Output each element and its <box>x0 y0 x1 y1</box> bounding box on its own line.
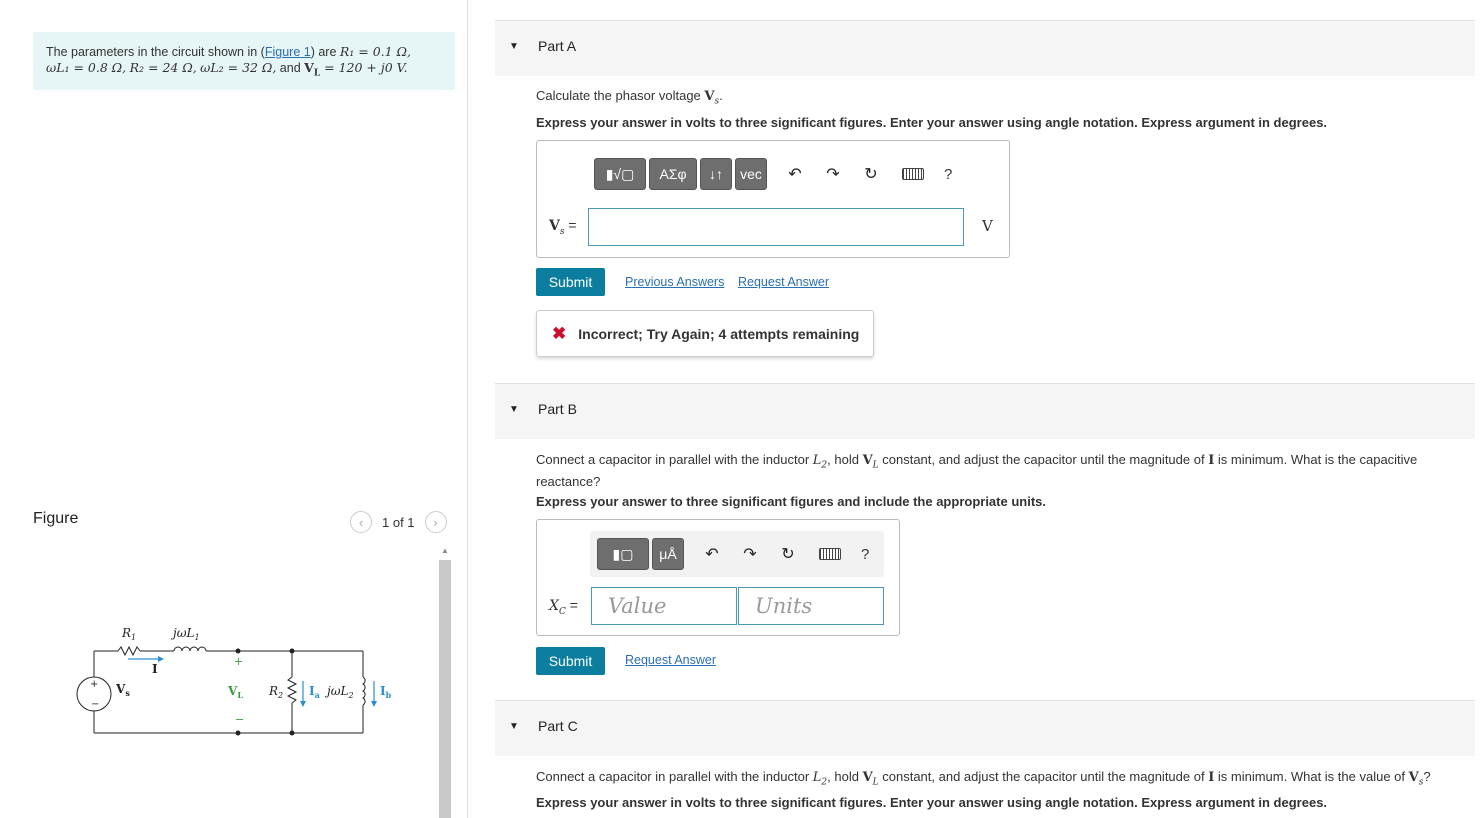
part-a-question: Calculate the phasor voltage Vs. <box>536 88 723 107</box>
r1-value: R₁ = 0.1 Ω, <box>339 44 411 59</box>
keyboard-icon[interactable] <box>902 168 924 180</box>
value-input[interactable]: Value <box>591 587 737 625</box>
part-a-instructions: Express your answer in volts to three si… <box>536 115 1328 130</box>
scroll-thumb[interactable] <box>439 560 451 818</box>
keyboard-icon[interactable] <box>819 548 841 560</box>
sort-button[interactable]: ↓↑ <box>700 158 732 190</box>
right-panel: ▼ Part A Calculate the phasor voltage Vs… <box>469 0 1481 818</box>
part-a-request-answer-link[interactable]: Request Answer <box>738 275 829 289</box>
part-c-instructions: Express your answer in volts to three si… <box>536 795 1328 810</box>
x-icon: ✖ <box>552 323 567 343</box>
part-a-title: Part A <box>538 38 577 54</box>
undo-icon[interactable]: ↶ <box>782 158 808 190</box>
and-text: and <box>279 61 301 75</box>
part-a-submit-button[interactable]: Submit <box>536 268 605 296</box>
help-icon[interactable]: ? <box>861 546 869 563</box>
ib-label: Ib <box>380 684 392 700</box>
redo-icon[interactable]: ↷ <box>820 158 846 190</box>
part-c-header[interactable]: ▼ Part C <box>495 700 1475 756</box>
current-label: I <box>152 662 158 676</box>
vec-button[interactable]: vec <box>735 158 767 190</box>
chevron-left-icon[interactable]: ‹ <box>350 511 372 533</box>
r1-label: R1 <box>121 626 136 642</box>
scroll-up-icon[interactable]: ▲ <box>438 546 452 558</box>
r2-value: R₂ = 24 Ω, <box>129 60 197 75</box>
vl-minus: − <box>235 713 244 726</box>
reset-icon[interactable]: ↻ <box>858 158 884 190</box>
vl-symbol: VL <box>304 60 321 79</box>
greek-button[interactable]: ΑΣφ <box>649 158 697 190</box>
part-b-question: Connect a capacitor in parallel with the… <box>536 452 1418 489</box>
minus-sign: − <box>91 699 99 710</box>
help-icon[interactable]: ? <box>944 166 952 183</box>
templates-button[interactable]: ▮√▢ <box>594 158 646 190</box>
figure-link[interactable]: Figure 1 <box>265 45 311 59</box>
ia-label: Ia <box>309 684 320 700</box>
problem-statement: The parameters in the circuit shown in (… <box>33 32 455 90</box>
feedback-text: Incorrect; Try Again; 4 attempts remaini… <box>578 325 860 342</box>
vl-plus: + <box>234 655 243 668</box>
reset-icon[interactable]: ↻ <box>775 538 801 570</box>
caret-down-icon[interactable]: ▼ <box>509 404 519 415</box>
feedback-message: ✖ Incorrect; Try Again; 4 attempts remai… <box>536 310 874 357</box>
figure-scrollbar[interactable]: ▲ <box>438 546 452 818</box>
figure-label: Figure <box>33 510 79 527</box>
redo-icon[interactable]: ↷ <box>737 538 763 570</box>
part-a-answer-box: ▮√▢ ΑΣφ ↓↑ vec ↶ ↷ ↻ ? Vs = V <box>536 140 1010 258</box>
pager-count: 1 of 1 <box>382 514 415 530</box>
part-b-submit-button[interactable]: Submit <box>536 647 605 675</box>
chevron-right-icon[interactable]: › <box>424 511 447 533</box>
part-a-toolbar: ▮√▢ ΑΣφ ↓↑ vec ↶ ↷ ↻ ? <box>594 158 952 190</box>
vl-value: = 120 + j0 V. <box>320 60 408 75</box>
vs-label: Vs <box>115 682 130 698</box>
undo-icon[interactable]: ↶ <box>699 538 725 570</box>
jwl1-label: jωL1 <box>170 626 200 642</box>
caret-down-icon[interactable]: ▼ <box>509 41 519 52</box>
part-a-header[interactable]: ▼ Part A <box>495 20 1475 76</box>
part-b-request-answer-link[interactable]: Request Answer <box>625 653 716 667</box>
part-b-toolbar: ▮▢ μÅ ↶ ↷ ↻ ? <box>597 538 869 570</box>
part-b-header[interactable]: ▼ Part B <box>495 383 1475 439</box>
figure-pager: ‹ 1 of 1 › <box>350 511 447 533</box>
wl2-value: ωL₂ = 32 Ω, <box>200 60 277 75</box>
wl1-value: ωL₁ = 0.8 Ω, <box>46 60 127 75</box>
part-c-question: Connect a capacitor in parallel with the… <box>536 769 1431 788</box>
vs-field-label: Vs = <box>549 217 577 237</box>
previous-answers-link[interactable]: Previous Answers <box>625 275 724 289</box>
xc-field-label: XC = <box>549 597 578 617</box>
r2-label: R2 <box>268 684 283 700</box>
problem-text: The parameters in the circuit shown in ( <box>46 45 265 59</box>
templates-button[interactable]: ▮▢ <box>597 538 649 570</box>
vl-label: VL <box>227 684 243 700</box>
units-input[interactable]: Units <box>738 587 884 625</box>
part-b-answer-box: ▮▢ μÅ ↶ ↷ ↻ ? XC = Value Units <box>536 519 900 636</box>
problem-text: ) are <box>310 45 340 59</box>
caret-down-icon[interactable]: ▼ <box>509 721 519 732</box>
vs-answer-input[interactable] <box>588 208 964 246</box>
plus-sign: + <box>90 679 98 690</box>
part-c-title: Part C <box>538 718 578 734</box>
circuit-diagram: + − R1 jωL1 I Vs + VL − R2 Ia jωL2 Ib <box>76 626 392 736</box>
unit-label: V <box>982 217 993 235</box>
units-button[interactable]: μÅ <box>652 538 684 570</box>
jwl2-label: jωL2 <box>324 684 354 700</box>
part-b-instructions: Express your answer to three significant… <box>536 494 1046 509</box>
part-b-title: Part B <box>538 401 577 417</box>
left-panel: The parameters in the circuit shown in (… <box>0 0 468 818</box>
